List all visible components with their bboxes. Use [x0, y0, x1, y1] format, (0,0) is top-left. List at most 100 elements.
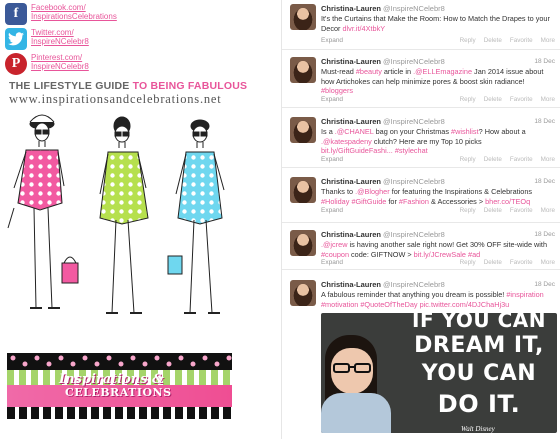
facebook-link[interactable]: f Facebook.com/ InspirationsCelebrations — [5, 3, 117, 25]
avatar[interactable] — [290, 57, 316, 83]
expand-link[interactable]: Expand — [321, 259, 343, 266]
mention-link[interactable]: .@katespadeny — [321, 137, 372, 146]
tweet-handle[interactable]: @InspireNCelebr8 — [383, 117, 445, 126]
hashtag-link[interactable]: #GiftGuide — [351, 197, 386, 206]
hashtag-link[interactable]: #beauty — [356, 67, 382, 76]
mention-link[interactable]: .@Blogher — [355, 187, 390, 196]
tagline: THE LIFESTYLE GUIDE TO BEING FABULOUS — [9, 80, 247, 92]
more-button[interactable]: More — [541, 207, 555, 214]
hashtag-link[interactable]: #ad — [468, 250, 480, 259]
more-button[interactable]: More — [541, 37, 555, 44]
avatar[interactable] — [290, 280, 316, 306]
tagline-part1: THE LIFESTYLE GUIDE — [9, 80, 130, 92]
hashtag-link[interactable]: #bloggers — [321, 86, 353, 95]
quote-line-2: DREAM IT, — [414, 333, 544, 358]
delete-button[interactable]: Delete — [484, 207, 502, 214]
avatar[interactable] — [290, 230, 316, 256]
hashtag-link[interactable]: #stylechat — [395, 146, 428, 155]
brand-banner[interactable]: Inspirations & CELEBRATIONS — [7, 353, 232, 419]
tweet-handle[interactable]: @InspireNCelebr8 — [383, 280, 445, 289]
tweet-text: Must-read #beauty article in .@ELLEmagaz… — [321, 67, 544, 95]
tweet-link[interactable]: bher.co/TEOq — [485, 197, 530, 206]
tweet-author[interactable]: Christina-Lauren — [321, 230, 381, 239]
tweet-date[interactable]: 18 Dec — [534, 118, 555, 125]
site-url[interactable]: www.inspirationsandcelebrations.net — [9, 92, 222, 107]
tweet-handle[interactable]: @InspireNCelebr8 — [383, 230, 445, 239]
reply-button[interactable]: Reply — [460, 207, 476, 214]
twitter-link[interactable]: Twitter.com/ InspireNCelebr8 — [5, 28, 89, 50]
delete-button[interactable]: Delete — [484, 259, 502, 266]
delete-button[interactable]: Delete — [484, 96, 502, 103]
tweet-text: Is a .@CHANEL bag on your Christmas #wis… — [321, 127, 526, 155]
more-button[interactable]: More — [541, 96, 555, 103]
favorite-button[interactable]: Favorite — [510, 37, 533, 44]
reply-button[interactable]: Reply — [460, 259, 476, 266]
hashtag-link[interactable]: #QuoteOfTheDay — [360, 300, 417, 309]
mention-link[interactable]: .@CHANEL — [335, 127, 374, 136]
tweet-author[interactable]: Christina-Lauren — [321, 57, 381, 66]
tweet-text: Thanks to .@Blogher for featuring the In… — [321, 187, 533, 206]
fashion-illustration — [7, 114, 225, 314]
tweet-author[interactable]: Christina-Lauren — [321, 177, 381, 186]
reply-button[interactable]: Reply — [460, 96, 476, 103]
tweet-author[interactable]: Christina-Lauren — [321, 117, 381, 126]
tweet[interactable]: Christina-Lauren @InspireNCelebr8 18 Dec … — [282, 53, 560, 108]
tweet-handle[interactable]: @InspireNCelebr8 — [383, 57, 445, 66]
tweet-actions: Reply Delete Favorite More — [452, 259, 555, 266]
tweet-handle[interactable]: @InspireNCelebr8 — [383, 177, 445, 186]
reply-button[interactable]: Reply — [460, 37, 476, 44]
hashtag-link[interactable]: #coupon — [321, 250, 349, 259]
figure-blue — [167, 119, 225, 314]
pinterest-handle: InspireNCelebr8 — [31, 62, 89, 71]
favorite-button[interactable]: Favorite — [510, 156, 533, 163]
pinterest-icon: P — [5, 53, 27, 75]
hashtag-link[interactable]: #wishlist — [451, 127, 479, 136]
more-button[interactable]: More — [541, 259, 555, 266]
tweet[interactable]: Christina-Lauren @InspireNCelebr8 18 Dec … — [282, 113, 560, 168]
hashtag-link[interactable]: #inspiration — [506, 290, 543, 299]
tweet[interactable]: Christina-Lauren @InspireNCelebr8 It's th… — [282, 0, 560, 50]
more-button[interactable]: More — [541, 156, 555, 163]
left-panel: f Facebook.com/ InspirationsCelebrations… — [0, 0, 280, 439]
favorite-button[interactable]: Favorite — [510, 207, 533, 214]
mention-link[interactable]: .@ELLEmagazine — [413, 67, 472, 76]
pinterest-link[interactable]: P Pinterest.com/ InspireNCelebr8 — [5, 53, 89, 75]
mention-link[interactable]: .@jcrew — [321, 240, 347, 249]
avatar[interactable] — [290, 177, 316, 203]
tweet-photo[interactable]: IF YOU CAN DREAM IT, YOU CAN DO IT. Walt… — [321, 313, 557, 433]
expand-link[interactable]: Expand — [321, 156, 343, 163]
pinterest-label: Pinterest.com/ — [31, 53, 83, 62]
twitter-feed: Christina-Lauren @InspireNCelebr8 It's th… — [281, 0, 560, 439]
twitter-handle: InspireNCelebr8 — [31, 37, 89, 46]
tagline-part2: TO BEING FABULOUS — [132, 80, 248, 92]
tweet-date[interactable]: 18 Dec — [534, 58, 555, 65]
delete-button[interactable]: Delete — [484, 156, 502, 163]
avatar[interactable] — [290, 4, 316, 30]
banner-subtitle: CELEBRATIONS — [65, 386, 172, 399]
tweet-date[interactable]: 18 Dec — [534, 178, 555, 185]
tweet-date[interactable]: 18 Dec — [534, 281, 555, 288]
tweet-handle[interactable]: @InspireNCelebr8 — [383, 4, 445, 13]
tweet-author[interactable]: Christina-Lauren — [321, 280, 381, 289]
avatar[interactable] — [290, 117, 316, 143]
figure-green — [99, 116, 149, 314]
expand-link[interactable]: Expand — [321, 96, 343, 103]
delete-button[interactable]: Delete — [484, 37, 502, 44]
tweet-author[interactable]: Christina-Lauren — [321, 4, 381, 13]
tweet[interactable]: Christina-Lauren @InspireNCelebr8 18 Dec … — [282, 173, 560, 223]
favorite-button[interactable]: Favorite — [510, 259, 533, 266]
tweet-date[interactable]: 18 Dec — [534, 231, 555, 238]
expand-link[interactable]: Expand — [321, 207, 343, 214]
expand-link[interactable]: Expand — [321, 37, 343, 44]
tweet[interactable]: Christina-Lauren @InspireNCelebr8 18 Dec … — [282, 226, 560, 270]
reply-button[interactable]: Reply — [460, 156, 476, 163]
tweet-link[interactable]: pic.twitter.com/4DJChaHj3u — [420, 300, 510, 309]
tweet-link[interactable]: dlvr.it/4XtbkY — [343, 24, 386, 33]
tweet-actions: Reply Delete Favorite More — [452, 207, 555, 214]
hashtag-link[interactable]: #motivation — [321, 300, 358, 309]
favorite-button[interactable]: Favorite — [510, 96, 533, 103]
hashtag-link[interactable]: #Holiday — [321, 197, 349, 206]
tweet-link[interactable]: bit.ly/JCrewSale — [414, 250, 466, 259]
tweet-link[interactable]: bit.ly/GiftGuideFashi... — [321, 146, 393, 155]
hashtag-link[interactable]: #Fashion — [399, 197, 429, 206]
